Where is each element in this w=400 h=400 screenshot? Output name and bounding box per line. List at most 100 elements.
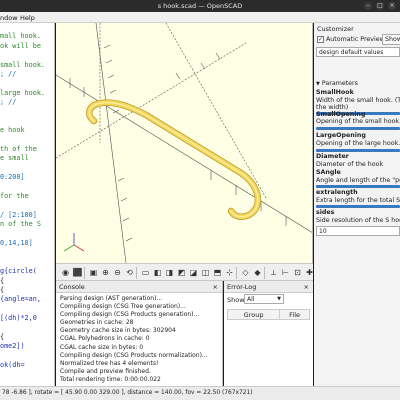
editor-line[interactable] — [0, 51, 54, 60]
editor-line[interactable]: e small — [0, 154, 54, 163]
view-center-icon[interactable]: ⊹ — [224, 267, 235, 278]
editor-line[interactable] — [0, 136, 54, 145]
scale-markers-icon[interactable]: ⊢ — [280, 267, 291, 278]
view-right-icon[interactable]: ▭ — [140, 267, 151, 278]
render-icon[interactable]: ⬛ — [72, 267, 83, 278]
show-details-button[interactable]: Show Det — [382, 34, 400, 45]
editor-line[interactable]: 0,14,18] — [0, 239, 54, 248]
sides-input[interactable]: 10 — [316, 226, 400, 236]
view-front-icon[interactable]: ◪ — [188, 267, 199, 278]
editor-line[interactable] — [0, 164, 54, 173]
editor-line[interactable] — [0, 352, 54, 361]
editor-line[interactable]: ; // — [0, 70, 54, 79]
param-slider[interactable] — [316, 149, 400, 152]
customizer-panel: Customizer ✓ Automatic Preview Show Det … — [314, 23, 400, 386]
console-line: Parsing design (AST generation)... — [60, 295, 163, 302]
zoom-in-icon[interactable]: ⊕ — [100, 267, 111, 278]
view-diagonal-icon[interactable]: ⬒ — [212, 267, 223, 278]
editor-line[interactable]: e hook — [0, 126, 54, 135]
error-filter-value: All — [247, 296, 255, 303]
close-icon[interactable]: × — [304, 283, 309, 291]
param-slider[interactable] — [316, 205, 400, 208]
param-slider[interactable] — [316, 185, 400, 188]
view-back-icon[interactable]: ◫ — [200, 267, 211, 278]
editor-line[interactable]: ome2]) — [0, 342, 54, 351]
code-editor[interactable]: mall hook. ok will be small hook.; //large… — [0, 23, 55, 386]
view-all-icon[interactable]: ▣ — [88, 267, 99, 278]
param-description: Opening of the small hook. — [316, 118, 400, 125]
editor-line[interactable]: th of the — [0, 145, 54, 154]
editor-line[interactable] — [0, 108, 54, 117]
param-name: LargeOpening — [316, 132, 366, 139]
auto-preview-checkbox[interactable]: ✓ — [317, 36, 324, 43]
maximize-icon[interactable]: □ — [376, 2, 384, 10]
s-hook-model — [86, 99, 262, 220]
close-icon[interactable]: × — [388, 2, 396, 10]
axes-indicator — [63, 233, 85, 252]
console-title: Console — [59, 283, 85, 291]
param-slider[interactable] — [316, 127, 400, 130]
window-titlebar: s hook.scad — OpenSCAD – □ × — [0, 0, 400, 12]
error-log-header: Error-Log × — [224, 281, 313, 293]
param-description: Angle and length of the "pull" S — [316, 177, 400, 184]
error-filter-select[interactable]: All ▼ — [244, 294, 284, 304]
editor-line[interactable]: mall hook. — [0, 32, 54, 41]
editor-line[interactable]: ok will be — [0, 42, 54, 51]
menu-window[interactable]: ndow — [0, 14, 18, 22]
minimize-icon[interactable]: – — [364, 2, 372, 10]
view-bottom-icon[interactable]: ◨ — [164, 267, 175, 278]
editor-line[interactable]: for the — [0, 192, 54, 201]
zoom-out-icon[interactable]: ⊖ — [112, 267, 123, 278]
column-header-group[interactable]: Group — [226, 309, 281, 320]
axes-icon[interactable]: ⟂ — [268, 267, 279, 278]
param-description: Side resolution of the S hook. — [316, 217, 400, 224]
orthogonal-icon[interactable]: ◆ — [252, 267, 263, 278]
editor-line[interactable]: ok(dh= — [0, 361, 54, 370]
close-icon[interactable]: × — [213, 283, 218, 291]
perspective-icon[interactable]: ◇ — [240, 267, 251, 278]
axes — [56, 23, 312, 263]
editor-line[interactable] — [0, 117, 54, 126]
editor-line[interactable] — [0, 305, 54, 314]
console-line: Geometry cache size in bytes: 302904 — [60, 327, 176, 335]
editor-line[interactable]: 0:200] — [0, 173, 54, 182]
editor-line[interactable] — [0, 258, 54, 267]
editor-line[interactable]: {angle=an, — [0, 295, 54, 304]
reset-view-icon[interactable]: ⟲ — [124, 267, 135, 278]
editor-line[interactable] — [0, 248, 54, 257]
editor-line[interactable]: { — [0, 333, 54, 342]
view-left-icon[interactable]: ◩ — [176, 267, 187, 278]
console-line: Total rendering time: 0:00:00.022 — [60, 375, 161, 383]
error-log-panel: Error-Log × Show All ▼ Group File — [224, 281, 313, 386]
editor-line[interactable]: { — [0, 286, 54, 295]
error-table: Group File — [226, 309, 310, 320]
toolbar-separator — [84, 267, 85, 279]
editor-line[interactable]: small hook. — [0, 61, 54, 70]
menu-bar: ndow Help — [0, 12, 400, 23]
editor-line[interactable]: ; // — [0, 98, 54, 107]
editor-line[interactable]: large hook. — [0, 89, 54, 98]
editor-line[interactable] — [0, 79, 54, 88]
parameters-section-header[interactable]: ▼ Parameters — [316, 80, 400, 88]
editor-line[interactable] — [0, 183, 54, 192]
parameters-label: Parameters — [321, 80, 358, 87]
editor-line[interactable]: / [2:100] — [0, 211, 54, 220]
editor-line[interactable]: { — [0, 277, 54, 286]
console-panel: Console × Parsing design (AST generation… — [56, 281, 223, 386]
editor-line[interactable] — [0, 201, 54, 210]
param-name: SAngle — [316, 169, 341, 176]
edges-icon[interactable]: ⊡ — [292, 267, 303, 278]
preview-icon[interactable]: ◉ — [60, 267, 71, 278]
menu-help[interactable]: Help — [20, 14, 35, 22]
editor-line[interactable]: n of the S — [0, 220, 54, 229]
preset-select[interactable]: design default values — [316, 47, 400, 57]
editor-line[interactable] — [0, 324, 54, 333]
editor-line[interactable]: [(dh)*2,0 — [0, 314, 54, 323]
toolbar-separator — [236, 267, 237, 279]
column-header-file[interactable]: File — [279, 309, 310, 320]
editor-line[interactable] — [0, 23, 54, 32]
editor-line[interactable]: g{circle( — [0, 267, 54, 276]
editor-line[interactable] — [0, 230, 54, 239]
3d-viewport[interactable] — [56, 23, 313, 263]
view-top-icon[interactable]: ◧ — [152, 267, 163, 278]
